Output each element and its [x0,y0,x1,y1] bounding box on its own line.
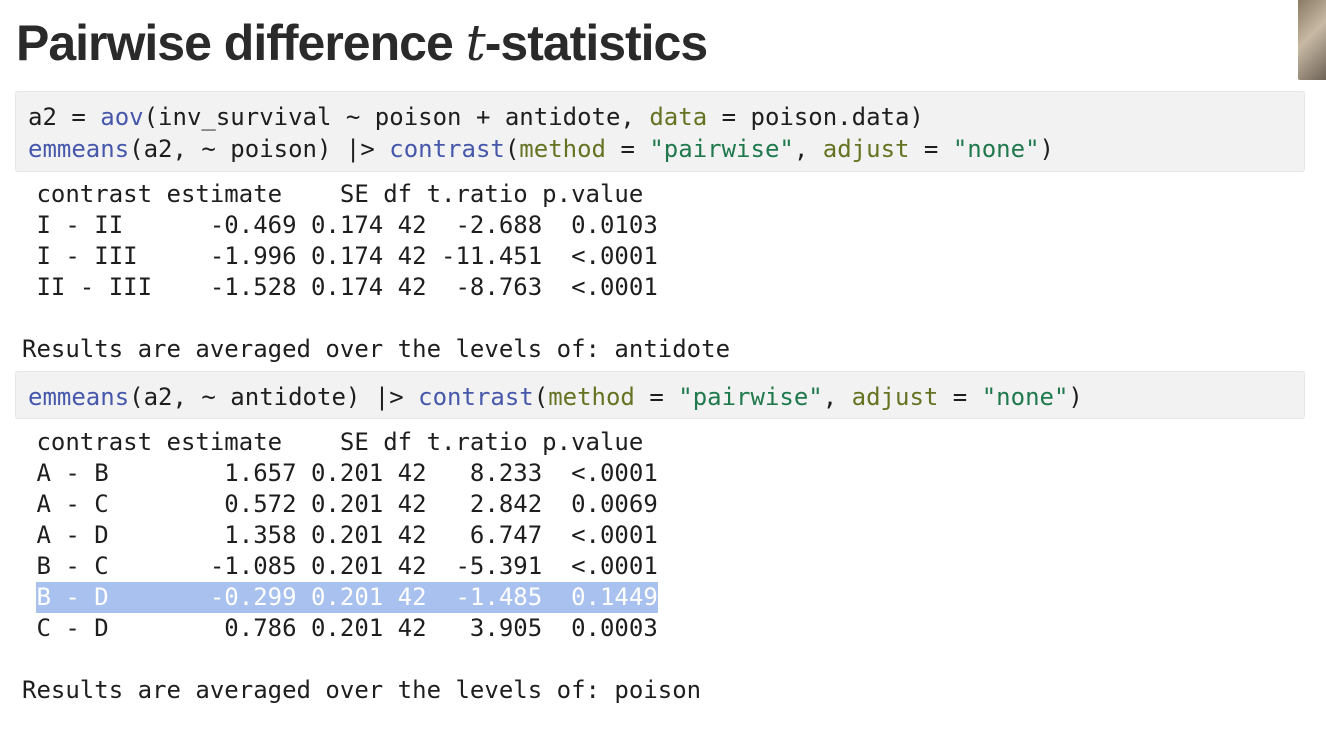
code-function-emmeans: emmeans [28,383,130,411]
code-token: (a2, ~ antidote) |> [129,383,419,411]
code-token: = [634,383,679,411]
output-row: B - C -1.085 0.201 42 -5.391 <.0001 [22,552,658,580]
code-token: a2 = [28,103,101,131]
output-row-highlighted[interactable]: B - D -0.299 0.201 42 -1.485 0.1449 [22,582,658,613]
output-row: C - D 0.786 0.201 42 3.905 0.0003 [22,614,658,642]
code-token: = [938,383,982,411]
code-function-contrast: contrast [418,383,534,411]
code-token: (a2, ~ poison) |> [129,135,390,163]
code-token: = poison.data) [707,103,924,131]
code-function-emmeans: emmeans [28,135,130,163]
code-line-aov: a2 = aov(inv_survival ~ poison + antidot… [28,101,1304,133]
selected-text[interactable]: B - D -0.299 0.201 42 -1.485 0.1449 [36,582,658,613]
code-argument-data: data [649,103,708,131]
code-token: , [822,383,852,411]
code-token: = [606,135,650,163]
code-block-poison[interactable]: a2 = aov(inv_survival ~ poison + antidot… [15,91,1305,172]
output-row: A - B 1.657 0.201 42 8.233 <.0001 [22,459,658,487]
title-prefix: Pairwise difference [16,15,466,71]
output-header: contrast estimate SE df t.ratio p.value [22,428,644,456]
code-token: ) [1068,383,1083,411]
output-antidote-contrasts[interactable]: contrast estimate SE df t.ratio p.value … [22,427,658,644]
code-string-pairwise: "pairwise" [649,135,794,163]
code-token: ) [1039,135,1054,163]
code-argument-adjust: adjust [851,383,939,411]
output-note-antidote: Results are averaged over the levels of:… [22,335,731,363]
output-row: A - C 0.572 0.201 42 2.842 0.0069 [22,490,658,518]
code-argument-method: method [519,135,606,163]
code-token: ( [504,135,520,163]
code-token: (inv_survival ~ poison + antidote, [143,103,650,131]
code-line-emmeans-antidote: emmeans(a2, ~ antidote) |> contrast(meth… [28,381,1304,413]
presenter-webcam-thumbnail [1298,0,1326,80]
code-token: , [793,135,823,163]
code-argument-method: method [548,383,635,411]
code-argument-adjust: adjust [822,135,910,163]
output-row: I - II -0.469 0.174 42 -2.688 0.0103 [22,211,658,239]
code-line-emmeans-poison: emmeans(a2, ~ poison) |> contrast(method… [28,133,1304,165]
output-row: A - D 1.358 0.201 42 6.747 <.0001 [22,521,658,549]
code-token: = [909,135,953,163]
output-note-poison: Results are averaged over the levels of:… [22,676,702,704]
code-function-aov: aov [100,103,144,131]
output-poison-contrasts[interactable]: contrast estimate SE df t.ratio p.value … [22,179,658,303]
code-token: ( [533,383,549,411]
title-suffix: -statistics [484,15,708,71]
code-string-pairwise: "pairwise" [678,383,823,411]
output-row: II - III -1.528 0.174 42 -8.763 <.0001 [22,273,658,301]
code-string-none: "none" [981,383,1069,411]
code-string-none: "none" [952,135,1040,163]
code-block-antidote[interactable]: emmeans(a2, ~ antidote) |> contrast(meth… [15,371,1305,419]
code-function-contrast: contrast [389,135,505,163]
output-header: contrast estimate SE df t.ratio p.value [22,180,644,208]
title-t-variable: t [465,14,486,72]
output-row: I - III -1.996 0.174 42 -11.451 <.0001 [22,242,658,270]
slide-title: Pairwise difference t-statistics [16,12,708,74]
